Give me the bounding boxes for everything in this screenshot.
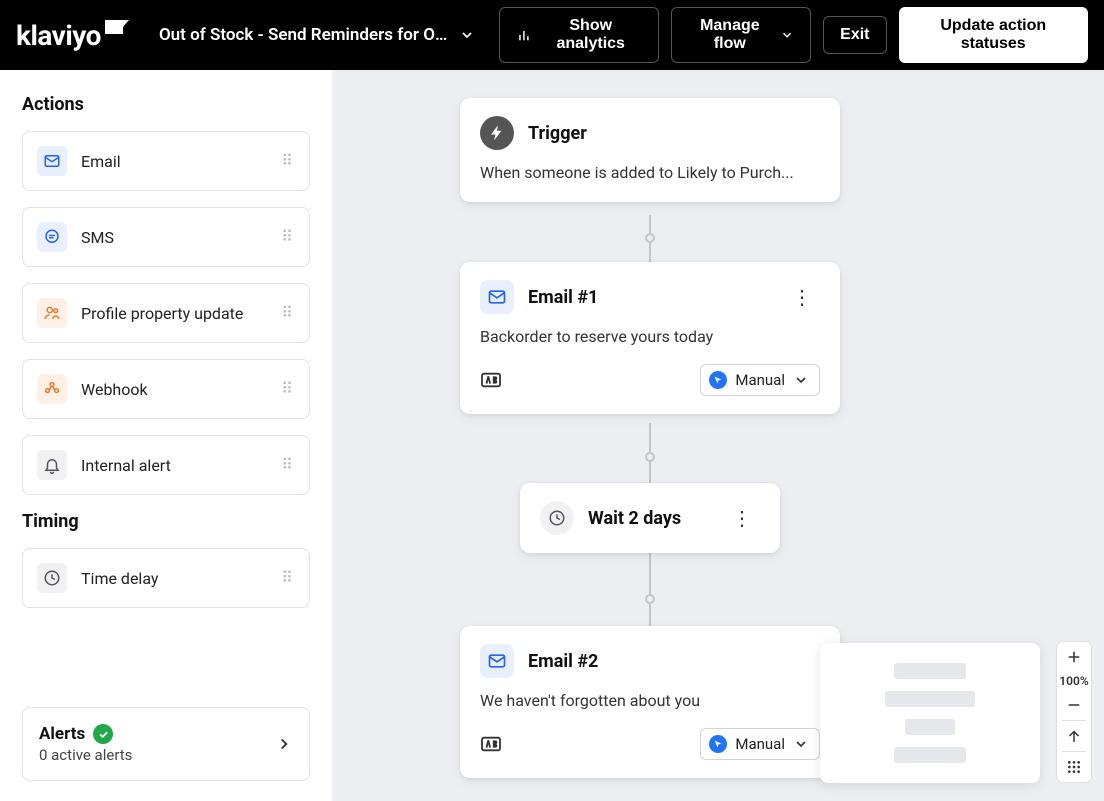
- chevron-down-icon: [793, 372, 809, 388]
- cursor-circle-icon: [709, 371, 727, 389]
- drag-handle-icon: ⠿: [281, 384, 295, 394]
- exit-button[interactable]: Exit: [823, 16, 886, 54]
- chevron-down-icon: [793, 736, 809, 752]
- update-statuses-label: Update action statuses: [916, 17, 1071, 53]
- skeleton-line: [905, 719, 955, 735]
- drag-handle-icon: ⠿: [281, 573, 295, 583]
- mail-icon: [480, 644, 514, 678]
- action-email[interactable]: Email ⠿: [22, 131, 310, 191]
- action-sms[interactable]: SMS ⠿: [22, 207, 310, 267]
- email2-card[interactable]: Email #2 ⋮ We haven't forgotten about yo…: [460, 626, 840, 778]
- exit-label: Exit: [840, 26, 869, 44]
- action-webhook-label: Webhook: [81, 380, 267, 399]
- bell-icon: [37, 450, 67, 480]
- sms-icon: [37, 222, 67, 252]
- ab-test-icon[interactable]: [480, 735, 502, 753]
- manage-flow-button[interactable]: Manage flow: [671, 7, 812, 63]
- chevron-right-icon: [275, 735, 293, 753]
- flow-connector: [649, 550, 651, 630]
- email2-status-label: Manual: [735, 735, 785, 753]
- trigger-description: When someone is added to Likely to Purch…: [480, 162, 820, 184]
- sidebar-scroll[interactable]: Actions Email ⠿ SMS ⠿ Profile property u…: [0, 70, 332, 695]
- show-analytics-button[interactable]: Show analytics: [499, 7, 659, 63]
- bar-chart-icon: [516, 26, 532, 44]
- skeleton-line: [894, 663, 966, 679]
- minimap-skeleton: [820, 643, 1040, 783]
- flow-add-node[interactable]: [645, 594, 655, 604]
- action-profile-label: Profile property update: [81, 304, 267, 323]
- minimap-toggle-button[interactable]: [1056, 752, 1092, 782]
- check-circle-icon: [93, 724, 113, 744]
- flow-name-label: Out of Stock - Send Reminders for Out ..…: [159, 25, 449, 45]
- status-select[interactable]: Manual: [700, 364, 820, 396]
- alerts-title: Alerts: [39, 724, 85, 744]
- email1-title: Email #1: [528, 287, 770, 308]
- drag-handle-icon: ⠿: [281, 156, 295, 166]
- alerts-card[interactable]: Alerts 0 active alerts: [22, 707, 310, 781]
- chevron-down-icon: [459, 27, 475, 43]
- show-analytics-label: Show analytics: [540, 17, 642, 53]
- action-webhook[interactable]: Webhook ⠿: [22, 359, 310, 419]
- scroll-to-top-button[interactable]: [1056, 721, 1092, 751]
- action-internal-alert[interactable]: Internal alert ⠿: [22, 435, 310, 495]
- mail-icon: [480, 280, 514, 314]
- action-email-label: Email: [81, 152, 267, 171]
- webhook-icon: [37, 374, 67, 404]
- wait-card[interactable]: Wait 2 days ⋮: [520, 483, 780, 553]
- alerts-subtitle: 0 active alerts: [39, 746, 275, 764]
- email1-card[interactable]: Email #1 ⋮ Backorder to reserve yours to…: [460, 262, 840, 414]
- zoom-out-button[interactable]: [1056, 690, 1092, 720]
- email1-description: Backorder to reserve yours today: [480, 326, 820, 348]
- trigger-title: Trigger: [528, 123, 820, 144]
- action-sms-label: SMS: [81, 228, 267, 247]
- flow-add-node[interactable]: [645, 233, 655, 243]
- actions-section-title: Actions: [22, 94, 310, 115]
- cursor-circle-icon: [709, 735, 727, 753]
- action-profile-update[interactable]: Profile property update ⠿: [22, 283, 310, 343]
- drag-handle-icon: ⠿: [281, 232, 295, 242]
- skeleton-line: [885, 691, 975, 707]
- timing-time-delay[interactable]: Time delay ⠿: [22, 548, 310, 608]
- update-action-statuses-button[interactable]: Update action statuses: [899, 7, 1088, 63]
- kebab-menu-icon[interactable]: ⋮: [724, 502, 760, 534]
- zoom-panel: 100%: [1056, 641, 1092, 783]
- timing-section-title: Timing: [22, 511, 310, 532]
- logo-flag-icon: [105, 20, 123, 34]
- sidebar: Actions Email ⠿ SMS ⠿ Profile property u…: [0, 70, 332, 801]
- manage-flow-label: Manage flow: [688, 17, 772, 53]
- email2-title: Email #2: [528, 651, 770, 672]
- chevron-down-icon: [780, 27, 794, 43]
- header-bar: klaviyo Out of Stock - Send Reminders fo…: [0, 0, 1104, 70]
- mail-icon: [37, 146, 67, 176]
- flow-canvas[interactable]: Trigger When someone is added to Likely …: [332, 70, 1104, 801]
- flow-name-dropdown[interactable]: Out of Stock - Send Reminders for Out ..…: [159, 25, 475, 45]
- zoom-percent: 100%: [1059, 672, 1088, 690]
- clock-icon: [540, 501, 574, 535]
- timing-delay-label: Time delay: [81, 569, 267, 588]
- status-select[interactable]: Manual: [700, 728, 820, 760]
- profile-icon: [37, 298, 67, 328]
- wait-title: Wait 2 days: [588, 508, 710, 529]
- zoom-in-button[interactable]: [1056, 642, 1092, 672]
- flow-add-node[interactable]: [645, 452, 655, 462]
- trigger-card[interactable]: Trigger When someone is added to Likely …: [460, 98, 840, 202]
- kebab-menu-icon[interactable]: ⋮: [784, 281, 820, 313]
- lightning-icon: [480, 116, 514, 150]
- email2-description: We haven't forgotten about you: [480, 690, 820, 712]
- ab-test-icon[interactable]: [480, 371, 502, 389]
- drag-handle-icon: ⠿: [281, 308, 295, 318]
- klaviyo-logo: klaviyo: [16, 19, 123, 52]
- clock-icon: [37, 563, 67, 593]
- skeleton-line: [894, 747, 966, 763]
- action-alert-label: Internal alert: [81, 456, 267, 475]
- email1-status-label: Manual: [735, 371, 785, 389]
- drag-handle-icon: ⠿: [281, 460, 295, 470]
